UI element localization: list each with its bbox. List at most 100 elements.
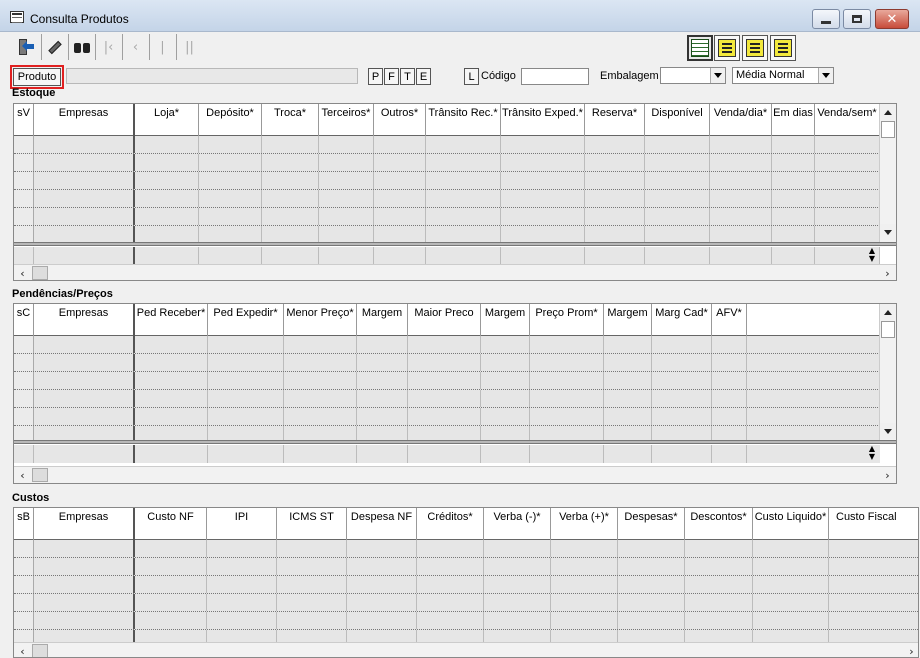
column-header[interactable]: Marg Cad*: [652, 304, 712, 336]
row-selector[interactable]: [14, 226, 34, 243]
minimize-button[interactable]: [812, 9, 840, 29]
grid-view-button[interactable]: [687, 35, 713, 61]
scroll-left-icon[interactable]: ‹: [14, 643, 31, 658]
scroll-left-icon[interactable]: ‹: [14, 265, 31, 280]
pendencias-vscroll[interactable]: [879, 304, 896, 440]
scroll-thumb[interactable]: [881, 321, 895, 338]
column-header[interactable]: Custo NF: [135, 508, 207, 540]
row-selector[interactable]: [14, 172, 34, 189]
column-header[interactable]: Custo Liquido*: [753, 508, 829, 540]
embalagem-select[interactable]: [660, 67, 726, 84]
row-selector[interactable]: [14, 594, 34, 611]
estoque-splitter[interactable]: [14, 242, 896, 246]
search-button[interactable]: [68, 34, 94, 60]
maximize-button[interactable]: [843, 9, 871, 29]
column-header[interactable]: Depósito*: [199, 104, 262, 136]
row-selector[interactable]: [14, 190, 34, 207]
column-header[interactable]: Despesas*: [618, 508, 685, 540]
column-header[interactable]: ICMS ST: [277, 508, 347, 540]
column-header[interactable]: Loja*: [135, 104, 199, 136]
row-selector[interactable]: [14, 372, 34, 389]
view-a-button[interactable]: [714, 35, 740, 61]
column-header[interactable]: Venda/sem*: [815, 104, 880, 136]
estoque-vscroll[interactable]: [879, 104, 896, 242]
scroll-right-icon[interactable]: ›: [903, 643, 918, 658]
column-header[interactable]: Verba (-)*: [484, 508, 551, 540]
table-row[interactable]: [14, 594, 918, 612]
estoque-hscroll[interactable]: ‹ ›: [14, 264, 896, 280]
row-selector[interactable]: [14, 136, 34, 153]
custos-hscroll[interactable]: ‹ ›: [14, 642, 918, 658]
column-header[interactable]: Margem: [604, 304, 652, 336]
scroll-thumb[interactable]: [32, 644, 48, 657]
prev-record-button[interactable]: ‹: [122, 34, 148, 60]
media-select[interactable]: Média Normal: [732, 67, 834, 84]
column-header[interactable]: AFV*: [712, 304, 747, 336]
column-header[interactable]: Maior Preco: [408, 304, 481, 336]
table-row[interactable]: [14, 372, 880, 390]
table-row[interactable]: [14, 172, 880, 190]
scroll-up-icon[interactable]: [880, 304, 896, 320]
table-row[interactable]: [14, 354, 880, 372]
table-row[interactable]: [14, 576, 918, 594]
column-header[interactable]: Menor Preço*: [284, 304, 357, 336]
view-c-button[interactable]: [770, 35, 796, 61]
scroll-left-icon[interactable]: ‹: [14, 467, 31, 483]
column-header[interactable]: Terceiros*: [319, 104, 374, 136]
row-selector[interactable]: [14, 540, 34, 557]
first-record-button[interactable]: |‹: [95, 34, 121, 60]
column-header[interactable]: Descontos*: [685, 508, 753, 540]
column-header[interactable]: Ped Expedir*: [208, 304, 284, 336]
column-header[interactable]: Em dias: [772, 104, 815, 136]
table-row[interactable]: [14, 154, 880, 172]
row-selector[interactable]: [14, 336, 34, 353]
row-selector[interactable]: [14, 558, 34, 575]
column-header[interactable]: Despesa NF: [347, 508, 417, 540]
estoque-grid[interactable]: sV Empresas Loja* Depósito* Troca* Terce…: [13, 103, 897, 281]
row-selector[interactable]: [14, 154, 34, 171]
table-row[interactable]: [14, 408, 880, 426]
view-b-button[interactable]: [742, 35, 768, 61]
column-header[interactable]: Créditos*: [417, 508, 484, 540]
table-row[interactable]: [14, 208, 880, 226]
next-record-button[interactable]: |: [149, 34, 175, 60]
close-button[interactable]: ✕: [875, 9, 909, 29]
column-header[interactable]: Venda/dia*: [710, 104, 772, 136]
column-header[interactable]: Disponível: [645, 104, 710, 136]
filter-p-button[interactable]: P: [368, 68, 383, 85]
filter-t-button[interactable]: T: [400, 68, 415, 85]
scroll-up-icon[interactable]: [880, 104, 896, 120]
l-button[interactable]: L: [464, 68, 479, 85]
spin-icon[interactable]: ▲ ▼: [866, 445, 878, 461]
clear-button[interactable]: [41, 34, 67, 60]
scroll-thumb[interactable]: [32, 468, 48, 482]
pendencias-grid[interactable]: sC Empresas Ped Receber* Ped Expedir* Me…: [13, 303, 897, 484]
row-selector[interactable]: [14, 354, 34, 371]
column-header[interactable]: sV: [14, 104, 34, 136]
last-record-button[interactable]: ||: [176, 34, 202, 60]
scroll-down-icon[interactable]: [880, 423, 896, 439]
table-row[interactable]: [14, 136, 880, 154]
row-selector[interactable]: [14, 612, 34, 629]
column-header[interactable]: Custo Fiscal: [829, 508, 918, 540]
column-header[interactable]: sC: [14, 304, 34, 336]
column-header[interactable]: Verba (+)*: [551, 508, 618, 540]
table-row[interactable]: [14, 612, 918, 630]
pendencias-hscroll[interactable]: ‹ ›: [14, 466, 896, 483]
table-row[interactable]: [14, 336, 880, 354]
row-selector[interactable]: [14, 390, 34, 407]
column-header[interactable]: sB: [14, 508, 34, 540]
scroll-thumb[interactable]: [32, 266, 48, 280]
column-header[interactable]: IPI: [207, 508, 277, 540]
column-header[interactable]: Trânsito Exped.*: [501, 104, 585, 136]
filter-f-button[interactable]: F: [384, 68, 399, 85]
column-header[interactable]: Reserva*: [585, 104, 645, 136]
column-header[interactable]: Empresas: [34, 508, 135, 540]
column-header[interactable]: Troca*: [262, 104, 319, 136]
column-header[interactable]: Empresas: [34, 104, 135, 136]
scroll-down-icon[interactable]: [880, 224, 896, 240]
column-header[interactable]: Preço Prom*: [530, 304, 604, 336]
column-header[interactable]: Margem: [357, 304, 408, 336]
spin-icon[interactable]: ▲ ▼: [866, 247, 878, 263]
row-selector[interactable]: [14, 408, 34, 425]
